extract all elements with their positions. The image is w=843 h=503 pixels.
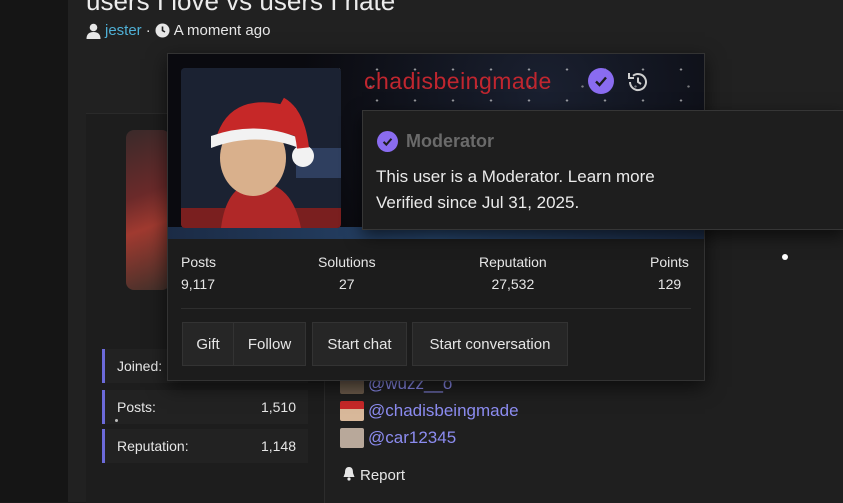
mention-item[interactable]: @chadisbeingmade [340, 397, 519, 424]
post-time[interactable]: A moment ago [174, 22, 271, 39]
stat-label: Reputation [479, 254, 547, 270]
stat-label: Joined: [117, 358, 163, 374]
mention-link[interactable]: @car12345 [368, 428, 456, 448]
mention-link[interactable]: @chadisbeingmade [368, 401, 519, 421]
mention-item[interactable]: @car12345 [340, 424, 519, 451]
stat-value: 9,117 [181, 276, 215, 292]
stat-value: 27 [339, 276, 355, 292]
author-stat-reputation: Reputation: 1,148 [102, 429, 308, 463]
stat-value: 129 [657, 276, 682, 292]
role-header: Moderator [377, 131, 494, 152]
stat-value: 1,510 [260, 399, 296, 415]
divider [181, 308, 691, 309]
stat-value: 1,148 [260, 438, 296, 454]
stat-value: 27,532 [491, 276, 535, 292]
stat-solutions[interactable]: Solutions 27 [318, 254, 376, 292]
start-conversation-button[interactable]: Start conversation [412, 322, 568, 366]
left-gutter [0, 0, 68, 502]
gift-button[interactable]: Gift [182, 322, 234, 366]
profile-avatar[interactable] [181, 68, 341, 228]
tooltip-line: Verified since Jul 31, 2025. [376, 193, 580, 212]
user-icon [86, 23, 101, 39]
stat-label: Posts [181, 254, 217, 270]
start-chat-button[interactable]: Start chat [312, 322, 407, 366]
role-label: Moderator [406, 131, 495, 151]
report-label: Report [360, 467, 406, 484]
history-icon[interactable] [626, 70, 650, 99]
author-link[interactable]: jester [105, 22, 142, 39]
mention-avatar [340, 400, 364, 421]
tooltip-line[interactable]: This user is a Moderator. Learn more [376, 167, 655, 187]
stat-label: Points [650, 254, 689, 270]
mention-list: @wuzz__o @chadisbeingmade @car12345 [340, 370, 519, 451]
stat-label: Reputation: [117, 438, 189, 454]
author-avatar[interactable] [126, 130, 170, 290]
follow-button[interactable]: Follow [233, 322, 306, 366]
report-link[interactable]: Report [342, 466, 405, 485]
verified-check-icon [377, 131, 398, 152]
stat-label: Posts: [117, 399, 156, 415]
stat-reputation[interactable]: Reputation 27,532 [479, 254, 547, 292]
snow-dot [115, 419, 118, 422]
bell-icon [342, 466, 356, 485]
clock-icon [155, 23, 170, 38]
byline: jester · A moment ago [86, 22, 270, 39]
profile-stats: Posts 9,117 Solutions 27 Reputation 27,5… [168, 254, 704, 304]
byline-separator: · [145, 22, 151, 39]
profile-username[interactable]: chadisbeingmade [364, 68, 552, 95]
moderator-tooltip: Moderator This user is a Moderator. Lear… [362, 110, 843, 230]
mention-avatar [340, 427, 364, 448]
stat-posts[interactable]: Posts 9,117 [181, 254, 216, 292]
thread-title: users I love vs users I hate [86, 0, 396, 16]
stat-label: Solutions [318, 254, 376, 270]
snow-dot [782, 254, 788, 260]
stat-points[interactable]: Points 129 [650, 254, 689, 292]
author-stat-posts: Posts: 1,510 [102, 390, 308, 424]
verified-check-icon[interactable] [588, 68, 614, 94]
